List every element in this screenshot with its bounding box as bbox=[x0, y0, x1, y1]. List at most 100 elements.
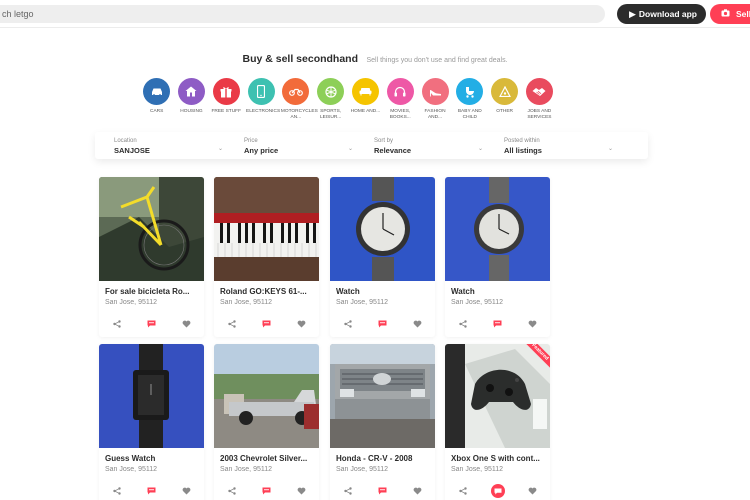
listing-card[interactable]: Roland GO:KEYS 61-... San Jose, 95112 bbox=[214, 177, 319, 337]
gift-icon bbox=[212, 78, 240, 105]
listing-card[interactable]: Watch San Jose, 95112 bbox=[445, 177, 550, 337]
listing-card[interactable]: Guess Watch San Jose, 95112 bbox=[99, 344, 204, 500]
listing-location: San Jose, 95112 bbox=[451, 466, 504, 473]
listing-title: Guess Watch bbox=[105, 454, 156, 463]
category-movies-books[interactable]: MOVIES, BOOKS... bbox=[386, 78, 414, 122]
share-icon[interactable] bbox=[225, 317, 239, 331]
listing-card[interactable]: Watch San Jose, 95112 bbox=[330, 177, 435, 337]
listing-photo bbox=[214, 344, 319, 448]
category-baby-child[interactable]: BABY AND CHILD bbox=[456, 78, 484, 122]
listing-title: Watch bbox=[336, 287, 360, 296]
share-icon[interactable] bbox=[341, 484, 355, 498]
category-cars[interactable]: CARS bbox=[143, 78, 171, 122]
heel-icon bbox=[421, 78, 449, 105]
chat-icon[interactable] bbox=[491, 317, 505, 331]
listing-photo: Featured bbox=[445, 344, 550, 448]
sort-filter[interactable]: Sort by Relevance ⌄ bbox=[355, 132, 485, 159]
filter-bar: Location SANJOSE ⌄ Price Any price ⌄ Sor… bbox=[95, 132, 648, 159]
chat-icon[interactable] bbox=[260, 317, 274, 331]
chevron-down-icon: ⌄ bbox=[607, 146, 613, 152]
share-icon[interactable] bbox=[225, 484, 239, 498]
category-jobs-services[interactable]: JOBS AND SERVICES bbox=[525, 78, 553, 122]
listing-card[interactable]: 2003 Chevrolet Silver... San Jose, 95112 bbox=[214, 344, 319, 500]
category-label: FASHION AND... bbox=[424, 109, 446, 121]
listing-card[interactable]: For sale bicicleta Ro... San Jose, 95112 bbox=[99, 177, 204, 337]
filter-value: Any price bbox=[244, 146, 279, 155]
category-label: BABY AND CHILD bbox=[457, 109, 482, 121]
card-actions bbox=[214, 316, 319, 332]
chat-icon[interactable] bbox=[490, 484, 505, 498]
card-actions bbox=[445, 483, 550, 499]
listing-card[interactable]: Honda - CR-V - 2008 San Jose, 95112 bbox=[330, 344, 435, 500]
download-app-button[interactable]: ▶ Download app bbox=[617, 4, 706, 24]
category-free-stuff[interactable]: FREE STUFF bbox=[211, 78, 242, 122]
listing-title: Xbox One S with cont... bbox=[451, 454, 540, 463]
category-electronics[interactable]: ELECTRONICS bbox=[246, 78, 280, 122]
category-housing[interactable]: HOUSING bbox=[177, 78, 205, 122]
posted-within-filter[interactable]: Posted within All listings ⌄ bbox=[485, 132, 615, 159]
stroller-icon bbox=[456, 78, 484, 105]
card-actions bbox=[330, 316, 435, 332]
category-label: SPORTS, LEISUR... bbox=[319, 109, 342, 121]
share-icon[interactable] bbox=[110, 317, 124, 331]
listing-photo bbox=[99, 344, 204, 448]
heart-icon[interactable] bbox=[180, 484, 194, 498]
category-home[interactable]: HOME AND... bbox=[350, 78, 381, 122]
filter-label: Price bbox=[244, 138, 258, 144]
category-label: OTHER bbox=[496, 109, 514, 114]
share-icon[interactable] bbox=[110, 484, 124, 498]
heart-icon[interactable] bbox=[295, 484, 309, 498]
camera-icon bbox=[721, 9, 730, 19]
listing-card[interactable]: Featured Xbox One S with cont... San Jos… bbox=[445, 344, 550, 500]
sell-button[interactable]: Sell bbox=[710, 4, 750, 24]
listing-location: San Jose, 95112 bbox=[105, 299, 158, 306]
search-input[interactable] bbox=[0, 5, 605, 23]
chevron-down-icon: ⌄ bbox=[217, 146, 223, 152]
couch-icon bbox=[351, 78, 379, 105]
listing-photo bbox=[330, 177, 435, 281]
category-motorcycles[interactable]: MOTORCYCLES AN... bbox=[281, 78, 318, 122]
category-label: JOBS AND SERVICES bbox=[527, 109, 552, 121]
motorcycle-icon bbox=[282, 78, 310, 105]
heart-icon[interactable] bbox=[180, 317, 194, 331]
category-label: FREE STUFF bbox=[211, 109, 242, 114]
listing-photo bbox=[445, 177, 550, 281]
filter-label: Posted within bbox=[504, 138, 540, 144]
top-bar: ▶ Download app Sell bbox=[0, 0, 750, 28]
headphones-icon bbox=[386, 78, 414, 105]
heart-icon[interactable] bbox=[526, 484, 540, 498]
category-label: HOME AND... bbox=[350, 109, 381, 114]
heart-icon[interactable] bbox=[411, 317, 425, 331]
page-subtitle: Sell things you don't use and find great… bbox=[366, 57, 508, 64]
share-icon[interactable] bbox=[456, 484, 470, 498]
share-icon[interactable] bbox=[341, 317, 355, 331]
listing-title: Watch bbox=[451, 287, 475, 296]
listing-location: San Jose, 95112 bbox=[220, 466, 273, 473]
listing-title: For sale bicicleta Ro... bbox=[105, 287, 190, 296]
listing-title: Roland GO:KEYS 61-... bbox=[220, 287, 307, 296]
chat-icon[interactable] bbox=[376, 484, 390, 498]
filter-value: All listings bbox=[504, 146, 542, 155]
chat-icon[interactable] bbox=[145, 317, 159, 331]
chat-icon[interactable] bbox=[145, 484, 159, 498]
share-icon[interactable] bbox=[456, 317, 470, 331]
location-filter[interactable]: Location SANJOSE ⌄ bbox=[95, 132, 225, 159]
hero-heading: Buy & sell secondhand Sell things you do… bbox=[0, 49, 750, 67]
category-label: MOVIES, BOOKS... bbox=[389, 109, 411, 121]
heart-icon[interactable] bbox=[526, 317, 540, 331]
chat-icon[interactable] bbox=[260, 484, 274, 498]
chevron-down-icon: ⌄ bbox=[477, 146, 483, 152]
category-sports[interactable]: SPORTS, LEISUR... bbox=[317, 78, 345, 122]
heart-icon[interactable] bbox=[295, 317, 309, 331]
listing-title: Honda - CR-V - 2008 bbox=[336, 454, 413, 463]
chat-icon[interactable] bbox=[376, 317, 390, 331]
category-other[interactable]: OTHER bbox=[491, 78, 519, 122]
category-label: CARS bbox=[149, 109, 164, 114]
category-fashion[interactable]: FASHION AND... bbox=[421, 78, 449, 122]
heart-icon[interactable] bbox=[411, 484, 425, 498]
handshake-icon bbox=[525, 78, 553, 105]
listing-location: San Jose, 95112 bbox=[451, 299, 504, 306]
card-actions bbox=[99, 483, 204, 499]
price-filter[interactable]: Price Any price ⌄ bbox=[225, 132, 355, 159]
category-label: HOUSING bbox=[180, 109, 203, 114]
